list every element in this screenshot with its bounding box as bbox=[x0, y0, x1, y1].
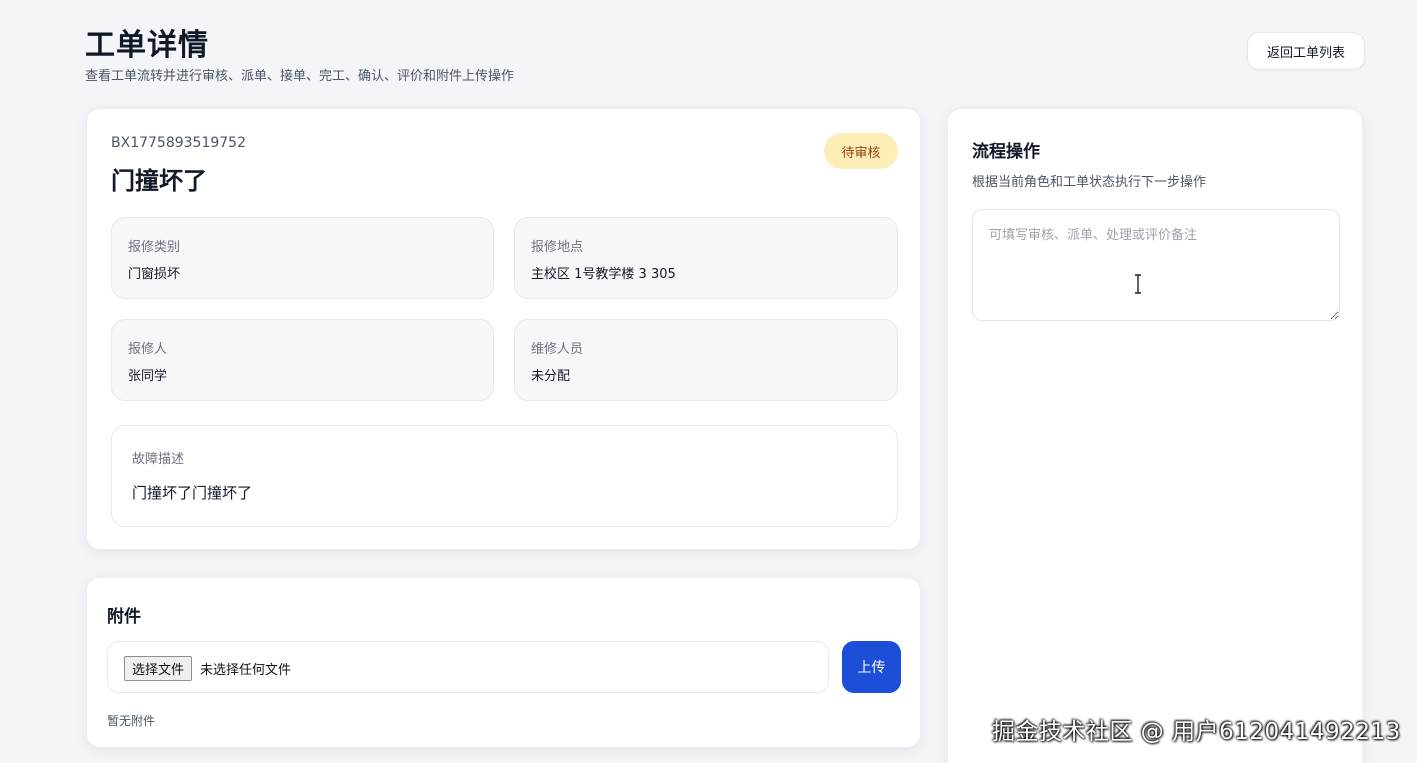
repairer-label: 维修人员 bbox=[531, 342, 584, 357]
location-value: 主校区 1号教学楼 3 305 bbox=[531, 267, 676, 282]
choose-file-button[interactable]: 选择文件 bbox=[124, 656, 193, 681]
location-label: 报修地点 bbox=[531, 240, 584, 255]
no-attachments-text: 暂无附件 bbox=[107, 714, 156, 728]
remark-textarea[interactable] bbox=[972, 209, 1340, 321]
repairer-value: 未分配 bbox=[531, 369, 571, 384]
repairer-box: 维修人员 未分配 bbox=[514, 319, 898, 401]
back-to-list-button[interactable]: 返回工单列表 bbox=[1247, 32, 1365, 70]
flow-actions-card: 流程操作 根据当前角色和工单状态执行下一步操作 bbox=[947, 108, 1363, 763]
upload-button[interactable]: 上传 bbox=[842, 641, 901, 693]
order-title: 门撞坏了 bbox=[111, 167, 207, 195]
attachments-title: 附件 bbox=[107, 607, 141, 627]
location-box: 报修地点 主校区 1号教学楼 3 305 bbox=[514, 217, 898, 299]
page-subtitle: 查看工单流转并进行审核、派单、接单、完工、确认、评价和附件上传操作 bbox=[85, 69, 515, 84]
page-title: 工单详情 bbox=[85, 28, 209, 63]
category-box: 报修类别 门窗损坏 bbox=[111, 217, 494, 299]
description-label: 故障描述 bbox=[132, 452, 185, 467]
flow-title: 流程操作 bbox=[972, 142, 1040, 162]
attachments-card: 附件 选择文件 未选择任何文件 上传 暂无附件 bbox=[86, 577, 921, 748]
watermark: 掘金技术社区 @ 用户612041492213 bbox=[992, 719, 1401, 745]
file-status-text: 未选择任何文件 bbox=[200, 663, 292, 678]
reporter-box: 报修人 张同学 bbox=[111, 319, 494, 401]
flow-subtitle: 根据当前角色和工单状态执行下一步操作 bbox=[972, 175, 1207, 190]
page: 工单详情 查看工单流转并进行审核、派单、接单、完工、确认、评价和附件上传操作 返… bbox=[0, 0, 1417, 763]
reporter-label: 报修人 bbox=[128, 342, 168, 357]
status-badge: 待审核 bbox=[824, 133, 898, 169]
order-number: BX1775893519752 bbox=[111, 135, 246, 151]
category-label: 报修类别 bbox=[128, 240, 181, 255]
category-value: 门窗损坏 bbox=[128, 267, 181, 282]
description-value: 门撞坏了门撞坏了 bbox=[132, 484, 253, 502]
order-detail-card: BX1775893519752 门撞坏了 待审核 报修类别 门窗损坏 报修地点 … bbox=[86, 108, 921, 550]
description-box: 故障描述 门撞坏了门撞坏了 bbox=[111, 425, 898, 527]
reporter-value: 张同学 bbox=[128, 369, 168, 384]
text-cursor-icon bbox=[1135, 274, 1141, 294]
file-input[interactable]: 选择文件 未选择任何文件 bbox=[107, 641, 829, 693]
